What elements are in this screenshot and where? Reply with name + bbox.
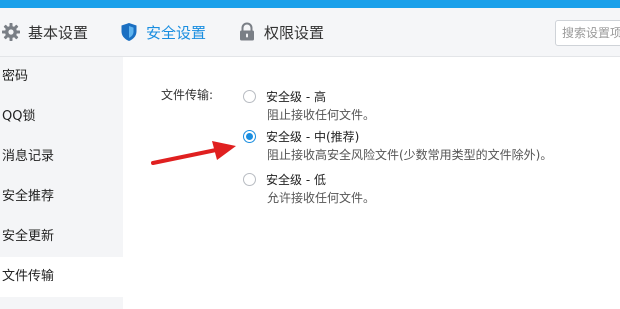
option-high-description: 阻止接收任何文件。 bbox=[267, 108, 376, 122]
radio-security-medium[interactable] bbox=[243, 129, 256, 143]
option-medium-title[interactable]: 安全级 - 中(推荐) bbox=[266, 128, 359, 145]
sidebar-item-message-history[interactable]: 消息记录 bbox=[0, 137, 123, 177]
file-transfer-label: 文件传输: bbox=[161, 88, 214, 102]
option-security-medium: 安全级 - 中(推荐) 阻止接收高安全风险文件(少数常用类型的文件除外)。 bbox=[243, 127, 613, 163]
radio-security-low[interactable] bbox=[243, 172, 256, 186]
option-medium-description: 阻止接收高安全风险文件(少数常用类型的文件除外)。 bbox=[267, 148, 553, 162]
option-security-low: 安全级 - 低 允许接收任何文件。 bbox=[243, 170, 613, 206]
gear-icon bbox=[0, 21, 22, 43]
shield-icon bbox=[118, 21, 140, 43]
search-input[interactable] bbox=[555, 20, 620, 46]
sidebar-item-password[interactable]: 密码 bbox=[0, 57, 123, 97]
sidebar: 密码 QQ锁 消息记录 安全推荐 安全更新 文件传输 bbox=[0, 57, 123, 309]
tab-basic-settings-label: 基本设置 bbox=[28, 23, 89, 42]
tab-security-settings[interactable]: 安全设置 bbox=[118, 8, 206, 56]
file-transfer-panel: 文件传输: 安全级 - 高 阻止接收任何文件。 安全级 - 中(推荐) 阻止接收… bbox=[123, 57, 620, 309]
option-low-description: 允许接收任何文件。 bbox=[267, 191, 376, 205]
sidebar-item-file-transfer[interactable]: 文件传输 bbox=[0, 257, 123, 297]
radio-security-high[interactable] bbox=[243, 89, 256, 103]
option-high-title[interactable]: 安全级 - 高 bbox=[266, 88, 326, 105]
tab-permission-settings[interactable]: 权限设置 bbox=[236, 8, 324, 56]
tab-permission-settings-label: 权限设置 bbox=[264, 23, 325, 42]
option-low-title[interactable]: 安全级 - 低 bbox=[266, 171, 326, 188]
sidebar-item-security-recommend[interactable]: 安全推荐 bbox=[0, 177, 123, 217]
sidebar-item-qq-lock[interactable]: QQ锁 bbox=[0, 97, 123, 137]
settings-window: 基本设置 安全设置 权限设置 密码 QQ锁 bbox=[0, 0, 620, 309]
tab-bar: 基本设置 安全设置 权限设置 bbox=[0, 8, 620, 57]
option-security-high: 安全级 - 高 阻止接收任何文件。 bbox=[243, 87, 613, 123]
tab-security-settings-label: 安全设置 bbox=[146, 23, 207, 42]
tab-basic-settings[interactable]: 基本设置 bbox=[0, 8, 88, 56]
annotation-arrow-icon bbox=[151, 141, 236, 165]
lock-icon bbox=[236, 21, 258, 43]
sidebar-item-security-update[interactable]: 安全更新 bbox=[0, 217, 123, 257]
title-strip bbox=[0, 0, 620, 8]
